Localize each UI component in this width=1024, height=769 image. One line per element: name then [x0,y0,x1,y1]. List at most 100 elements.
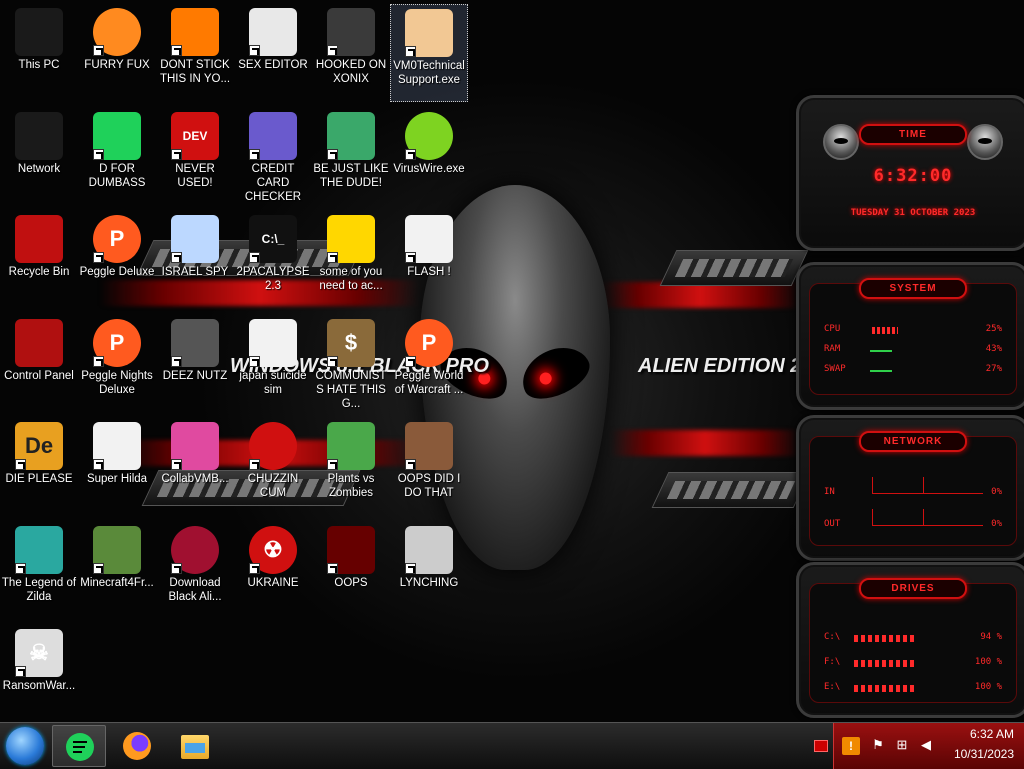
desktop-icon-label: Peggle Nights Deluxe [81,370,153,396]
desktop-icon[interactable]: Recycle Bin [0,211,78,309]
desktop-icon-label: CHUZZIN CUM [247,473,299,499]
network-row-label: OUT [824,519,841,529]
network-icon[interactable]: ⊞ [894,737,910,753]
shortcut-arrow-icon [327,45,338,56]
desktop-icon[interactable]: DEEZ NUTZ [156,315,234,413]
desktop-icon[interactable]: P Peggle Nights Deluxe [78,315,156,413]
shortcut-arrow-icon [249,459,260,470]
time-gadget[interactable]: TIME 6:32:00 TUESDAY 31 OCTOBER 2023 [796,95,1024,251]
system-row-value: 27% [985,364,1002,374]
desktop-icon[interactable]: CHUZZIN CUM [234,418,312,516]
shortcut-arrow-icon [171,252,182,263]
drive-usage-bar [854,685,914,692]
shortcut-arrow-icon [171,356,182,367]
desktop-icon[interactable]: HOOKED ON XONIX [312,4,390,102]
desktop-icon[interactable]: CollabVMB... [156,418,234,516]
desktop-icon[interactable]: OOPS [312,522,390,620]
warning-icon[interactable]: ! [842,737,860,755]
desktop-icon[interactable]: Network [0,108,78,206]
desktop-icon[interactable]: LYNCHING [390,522,468,620]
desktop-icon[interactable]: D FOR DUMBASS [78,108,156,206]
beaver-image-icon [327,215,375,263]
shortcut-arrow-icon [171,45,182,56]
desktop-icon[interactable]: VirusWire.exe [390,108,468,206]
desktop-icon[interactable]: C:\_ 2PACALYPSE 2.3 [234,211,312,309]
desktop-icon[interactable]: Plants vs Zombies [312,418,390,516]
portrait-icon [405,422,453,470]
desktop-icon[interactable]: De DIE PLEASE [0,418,78,516]
desktop-icon[interactable]: BE JUST LIKE THE DUDE! [312,108,390,206]
system-gadget-panel: SYSTEM CPU 25% RAM 43% SWAP 27% [809,278,1017,395]
radiation-icon: ☢ [249,526,297,574]
desktop-icon-label: RansomWar... [2,680,76,692]
money-bag-icon: $ [327,319,375,367]
noose-icon [405,526,453,574]
control-panel-icon [15,319,63,367]
desktop-icon[interactable]: OOPS DID I DO THAT [390,418,468,516]
cpu-usage-arrows [872,327,898,334]
taskbar-app-firefox[interactable] [110,725,164,767]
taskbar-clock-date[interactable]: 10/31/2023 [954,747,1014,761]
desktop-icon[interactable]: DEV NEVER USED! [156,108,234,206]
drive-row-e: E:\ 100 % [824,682,1002,696]
volume-icon[interactable]: ◀ [918,737,934,753]
network-gadget-title: NETWORK [859,431,967,452]
folder-icon [181,735,209,759]
desktop-icon[interactable]: ☢ UKRAINE [234,522,312,620]
taskbar-app-green-chat[interactable] [52,725,106,767]
desktop-icon[interactable]: ISRAEL SPY [156,211,234,309]
drive-row-value: 94 % [980,632,1002,642]
flag-icon[interactable]: ⚑ [870,737,886,753]
xonix-game-icon [327,8,375,56]
taskbar-clock-time[interactable]: 6:32 AM [970,727,1014,741]
shortcut-arrow-icon [327,149,338,160]
drive-row-label: E:\ [824,682,841,692]
desktop-icon[interactable]: Control Panel [0,315,78,413]
minecraft-grass-icon [93,526,141,574]
monitor-icon [15,8,63,56]
desktop-icon-label: Download Black Ali... [168,577,222,603]
desktop-icon-grid: This PC FURRY FUX DONT STICK THIS IN YO...… [0,0,480,722]
desktop-icon-label: Control Panel [4,370,74,382]
desktop-icon[interactable]: some of you need to ac... [312,211,390,309]
taskbar: ! ⚑ ⊞ ◀ 6:32 AM 10/31/2023 [0,722,1024,769]
plants-vs-zombies-icon [327,422,375,470]
desktop-icon-label: LYNCHING [399,577,459,589]
desktop-icon[interactable]: CREDIT CARD CHECKER [234,108,312,206]
tray-overflow-icon[interactable] [814,740,828,752]
shortcut-arrow-icon [171,459,182,470]
desktop-icon[interactable]: DONT STICK THIS IN YO... [156,4,234,102]
shortcut-arrow-icon [249,563,260,574]
desktop-icon[interactable]: Minecraft4Fr... [78,522,156,620]
taskbar-app-file-explorer[interactable] [168,725,222,767]
network-gadget[interactable]: NETWORK IN 0% OUT 0% [796,415,1024,561]
system-row-label: SWAP [824,364,846,374]
swap-usage-bar [870,370,892,372]
gadget-date: TUESDAY 31 OCTOBER 2023 [850,208,976,218]
desktop-icon[interactable]: SEX EDITOR [234,4,312,102]
desktop-icon[interactable]: FLASH ! [390,211,468,309]
desktop-icon[interactable]: FURRY FUX [78,4,156,102]
desktop-icon[interactable]: VM0TechnicalSupport.exe [390,4,468,102]
system-gadget[interactable]: SYSTEM CPU 25% RAM 43% SWAP 27% [796,262,1024,410]
window-stack-icon [171,319,219,367]
shortcut-arrow-icon [249,45,260,56]
spy-camera-icon [171,215,219,263]
desktop-icon[interactable]: $ COMMUNISTS HATE THIS G... [312,315,390,413]
desktop-icon[interactable]: ☠ RansomWar... [0,625,78,723]
drives-gadget-panel: DRIVES C:\ 94 % F:\ 100 % E:\ 100 % [809,578,1017,703]
recycle-bin-icon [15,215,63,263]
drives-gadget[interactable]: DRIVES C:\ 94 % F:\ 100 % E:\ 100 % [796,562,1024,718]
desktop-icon[interactable]: Download Black Ali... [156,522,234,620]
start-button[interactable] [6,727,44,765]
desktop-icon[interactable]: P Peggle World of Warcraft ... [390,315,468,413]
shortcut-arrow-icon [405,563,416,574]
desktop-icon[interactable]: The Legend of Zilda [0,522,78,620]
desktop-icon-label: Recycle Bin [8,266,70,278]
desktop-icon-label: HOOKED ON XONIX [315,59,387,85]
desktop-icon[interactable]: P Peggle Deluxe [78,211,156,309]
desktop-icon[interactable]: Super Hilda [78,418,156,516]
desktop-icon[interactable]: japan suicide sim [234,315,312,413]
desktop-icon[interactable]: This PC [0,4,78,102]
shortcut-arrow-icon [93,459,104,470]
